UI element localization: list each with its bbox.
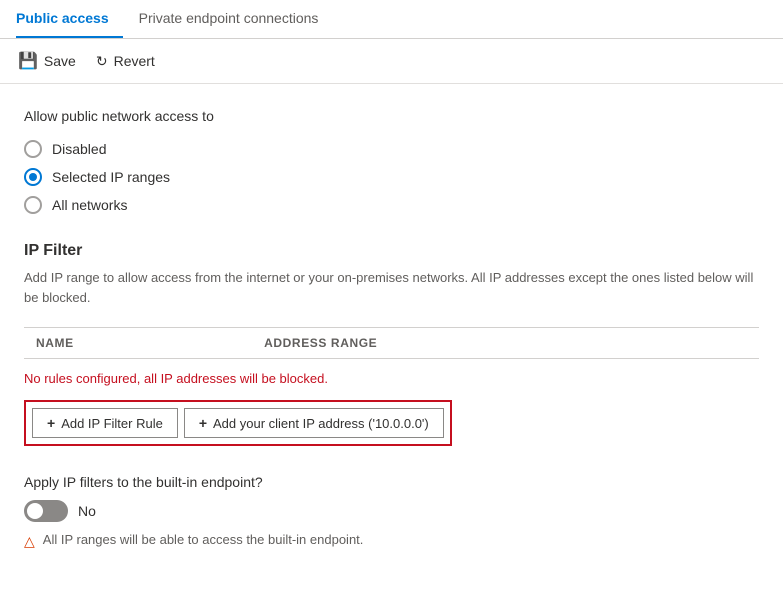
column-address-range: ADDRESS RANGE <box>252 328 759 359</box>
radio-circle-disabled <box>24 140 42 158</box>
ip-filter-description: Add IP range to allow access from the in… <box>24 268 759 307</box>
save-label: Save <box>44 53 76 69</box>
radio-disabled[interactable]: Disabled <box>24 140 759 158</box>
ip-filter-title: IP Filter <box>24 242 759 260</box>
add-client-ip-button[interactable]: + Add your client IP address ('10.0.0.0'… <box>184 408 444 438</box>
toggle-state-label: No <box>78 503 96 519</box>
radio-circle-all-networks <box>24 196 42 214</box>
network-access-label: Allow public network access to <box>24 108 759 124</box>
add-client-ip-label: Add your client IP address ('10.0.0.0') <box>213 416 429 431</box>
save-button[interactable]: 💾 Save <box>16 47 78 75</box>
radio-label-selected-ip: Selected IP ranges <box>52 169 170 185</box>
revert-label: Revert <box>114 53 155 69</box>
revert-button[interactable]: ↻ Revert <box>94 49 157 74</box>
apply-ip-filters-section: Apply IP filters to the built-in endpoin… <box>24 474 759 550</box>
radio-circle-selected-ip <box>24 168 42 186</box>
plus-icon-add-ip: + <box>47 415 55 431</box>
plus-icon-client-ip: + <box>199 415 207 431</box>
radio-label-disabled: Disabled <box>52 141 106 157</box>
tab-bar: Public access Private endpoint connectio… <box>0 0 783 39</box>
warning-text: All IP ranges will be able to access the… <box>43 532 364 547</box>
radio-label-all-networks: All networks <box>52 197 127 213</box>
add-ip-filter-button[interactable]: + Add IP Filter Rule <box>32 408 178 438</box>
warning-row: △ All IP ranges will be able to access t… <box>24 532 759 550</box>
main-content: Allow public network access to Disabled … <box>0 84 783 590</box>
save-icon: 💾 <box>18 51 38 71</box>
toolbar: 💾 Save ↻ Revert <box>0 39 783 84</box>
toggle-row: No <box>24 500 759 522</box>
action-buttons-wrapper: + Add IP Filter Rule + Add your client I… <box>24 400 452 446</box>
add-ip-filter-label: Add IP Filter Rule <box>61 416 163 431</box>
toggle-knob <box>27 503 43 519</box>
revert-icon: ↻ <box>96 53 108 70</box>
tab-private-endpoint[interactable]: Private endpoint connections <box>139 0 333 38</box>
radio-selected-ip-ranges[interactable]: Selected IP ranges <box>24 168 759 186</box>
no-rules-message: No rules configured, all IP addresses wi… <box>24 371 759 386</box>
ip-filter-table: NAME ADDRESS RANGE <box>24 327 759 359</box>
column-name: NAME <box>24 328 252 359</box>
tab-public-access[interactable]: Public access <box>16 0 123 38</box>
radio-all-networks[interactable]: All networks <box>24 196 759 214</box>
warning-icon: △ <box>24 533 35 550</box>
network-access-radio-group: Disabled Selected IP ranges All networks <box>24 140 759 214</box>
built-in-endpoint-toggle[interactable] <box>24 500 68 522</box>
apply-ip-filters-label: Apply IP filters to the built-in endpoin… <box>24 474 759 490</box>
